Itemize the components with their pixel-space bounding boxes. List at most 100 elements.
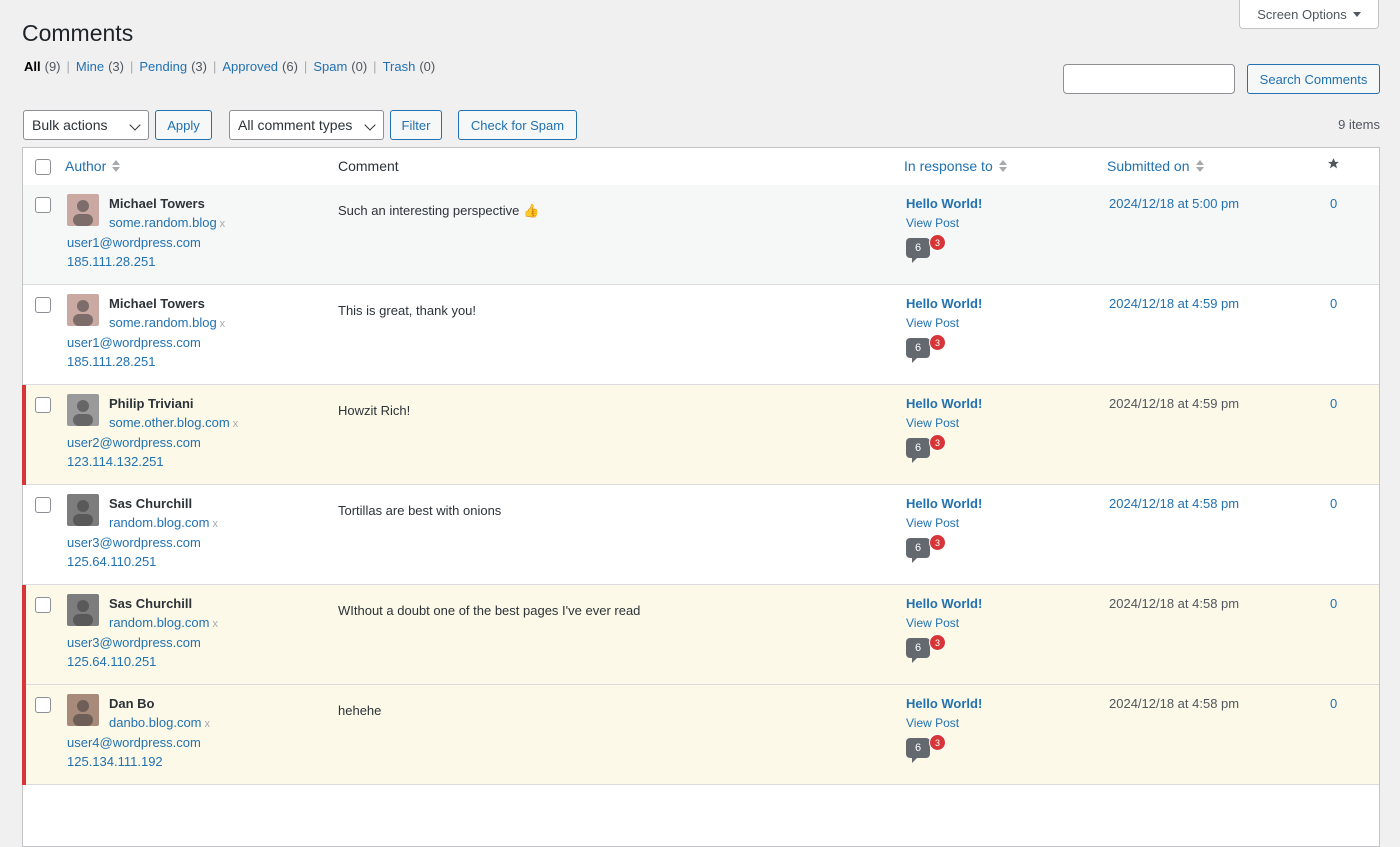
filter-label: Approved	[222, 59, 279, 74]
x-icon: x	[212, 518, 218, 530]
rating-count[interactable]: 0	[1330, 696, 1337, 711]
post-title-link[interactable]: Hello World!	[906, 396, 982, 411]
avatar	[67, 394, 99, 426]
bulk-actions-value: Bulk actions	[32, 117, 108, 133]
select-all-checkbox[interactable]	[35, 159, 51, 175]
row-checkbox[interactable]	[35, 297, 51, 313]
comment-count-bubble[interactable]: 6	[906, 738, 930, 763]
search-input[interactable]	[1063, 64, 1235, 94]
avatar-icon	[67, 194, 99, 226]
bulk-actions-select[interactable]: Bulk actions	[23, 110, 149, 140]
view-post-link[interactable]: View Post	[906, 516, 959, 530]
author-email-link[interactable]: user3@wordpress.com	[67, 635, 201, 650]
filter-count: (3)	[191, 59, 207, 74]
x-icon: x	[212, 618, 218, 630]
post-title-link[interactable]: Hello World!	[906, 496, 982, 511]
column-submitted-on[interactable]: Submitted on	[1107, 158, 1204, 174]
comment-types-select[interactable]: All comment types	[229, 110, 384, 140]
filter-button[interactable]: Filter	[390, 110, 442, 140]
rating-count[interactable]: 0	[1330, 396, 1337, 411]
column-comment-label: Comment	[338, 158, 399, 174]
apply-button[interactable]: Apply	[155, 110, 212, 140]
row-checkbox[interactable]	[35, 597, 51, 613]
author-ip-link[interactable]: 125.134.111.192	[67, 754, 163, 769]
post-title-link[interactable]: Hello World!	[906, 296, 982, 311]
author-ip-link[interactable]: 185.111.28.251	[67, 354, 155, 369]
row-checkbox[interactable]	[35, 197, 51, 213]
table-row: Michael Towers some.random.blog x user1@w…	[23, 185, 1379, 285]
view-post-link[interactable]: View Post	[906, 616, 959, 630]
comment-count-bubble[interactable]: 6	[906, 338, 930, 363]
pending-count-badge: 3	[929, 434, 946, 451]
view-post-link[interactable]: View Post	[906, 316, 959, 330]
author-url-link[interactable]: some.random.blog	[109, 215, 217, 230]
author-url-link[interactable]: some.other.blog.com	[109, 415, 230, 430]
author-name: Michael Towers	[109, 196, 205, 211]
search-comments-button[interactable]: Search Comments	[1247, 64, 1380, 94]
comment-count-bubble[interactable]: 6	[906, 638, 930, 663]
author-ip-link[interactable]: 125.64.110.251	[67, 554, 156, 569]
comments-table: Author Comment In response to Submitted …	[22, 147, 1380, 847]
post-title-link[interactable]: Hello World!	[906, 596, 982, 611]
column-in-response-to[interactable]: In response to	[904, 158, 1007, 174]
view-post-link[interactable]: View Post	[906, 716, 959, 730]
avatar	[67, 494, 99, 526]
author-url-link[interactable]: random.blog.com	[109, 515, 209, 530]
avatar-icon	[67, 594, 99, 626]
avatar	[67, 694, 99, 726]
items-count: 9 items	[1338, 117, 1380, 132]
author-url: some.random.blog x	[109, 215, 225, 230]
filter-approved[interactable]: Approved (6)	[222, 59, 298, 74]
author-email-link[interactable]: user1@wordpress.com	[67, 335, 201, 350]
submitted-on-link[interactable]: 2024/12/18 at 4:58 pm	[1109, 696, 1239, 711]
comment-count-bubble[interactable]: 6	[906, 538, 930, 563]
column-author[interactable]: Author	[65, 158, 121, 174]
table-row: Michael Towers some.random.blog x user1@w…	[23, 285, 1379, 385]
row-checkbox[interactable]	[35, 397, 51, 413]
avatar	[67, 594, 99, 626]
post-title-link[interactable]: Hello World!	[906, 696, 982, 711]
table-row: Philip Triviani some.other.blog.com x use…	[22, 385, 1379, 485]
author-url: random.blog.com x	[109, 615, 218, 630]
filter-all[interactable]: All (9)	[24, 59, 61, 74]
submitted-on-link[interactable]: 2024/12/18 at 4:58 pm	[1109, 596, 1239, 611]
filter-mine[interactable]: Mine (3)	[76, 59, 124, 74]
view-post-link[interactable]: View Post	[906, 416, 959, 430]
author-ip-link[interactable]: 123.114.132.251	[67, 454, 164, 469]
x-icon: x	[204, 718, 211, 730]
author-email-link[interactable]: user4@wordpress.com	[67, 735, 201, 750]
screen-options-button[interactable]: Screen Options	[1239, 0, 1379, 29]
row-checkbox[interactable]	[35, 697, 51, 713]
rating-count[interactable]: 0	[1330, 496, 1337, 511]
author-url-link[interactable]: some.random.blog	[109, 315, 217, 330]
author-ip-link[interactable]: 125.64.110.251	[67, 654, 156, 669]
rating-count[interactable]: 0	[1330, 296, 1337, 311]
rating-count[interactable]: 0	[1330, 196, 1337, 211]
submitted-on-link[interactable]: 2024/12/18 at 4:58 pm	[1109, 496, 1239, 511]
view-post-link[interactable]: View Post	[906, 216, 959, 230]
submitted-on-link[interactable]: 2024/12/18 at 4:59 pm	[1109, 396, 1239, 411]
table-row: Sas Churchill random.blog.com x user3@wor…	[22, 585, 1379, 685]
submitted-on-link[interactable]: 2024/12/18 at 4:59 pm	[1109, 296, 1239, 311]
comment-count-bubble[interactable]: 6	[906, 438, 930, 463]
filter-spam[interactable]: Spam (0)	[313, 59, 367, 74]
post-title-link[interactable]: Hello World!	[906, 196, 982, 211]
author-url-link[interactable]: danbo.blog.com	[109, 715, 202, 730]
author-url-link[interactable]: random.blog.com	[109, 615, 209, 630]
author-email-link[interactable]: user1@wordpress.com	[67, 235, 201, 250]
check-for-spam-button[interactable]: Check for Spam	[458, 110, 577, 140]
row-checkbox[interactable]	[35, 497, 51, 513]
rating-count[interactable]: 0	[1330, 596, 1337, 611]
author-email-link[interactable]: user2@wordpress.com	[67, 435, 201, 450]
filter-pending[interactable]: Pending (3)	[139, 59, 207, 74]
star-icon	[1328, 158, 1339, 169]
filter-trash[interactable]: Trash (0)	[383, 59, 436, 74]
filter-separator: |	[212, 59, 217, 74]
author-ip-link[interactable]: 185.111.28.251	[67, 254, 155, 269]
comment-count-bubble[interactable]: 6	[906, 238, 930, 263]
column-rating[interactable]	[1327, 157, 1340, 170]
comment-text: hehehe	[338, 703, 382, 718]
author-email-link[interactable]: user3@wordpress.com	[67, 535, 201, 550]
column-comment: Comment	[338, 158, 399, 174]
submitted-on-link[interactable]: 2024/12/18 at 5:00 pm	[1109, 196, 1239, 211]
